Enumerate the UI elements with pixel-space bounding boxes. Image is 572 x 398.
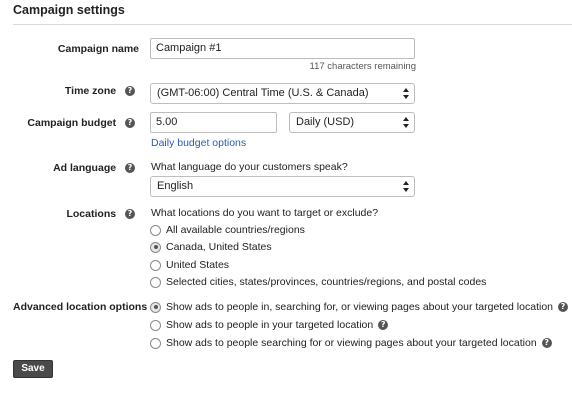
locations-question: What locations do you want to target or … [151, 207, 379, 219]
time-zone-label-group: Time zone ? [65, 85, 135, 97]
location-option-label: All available countries/regions [166, 224, 305, 236]
time-zone-label: Time zone [64, 85, 117, 97]
characters-remaining-text: 117 characters remaining [309, 61, 417, 72]
location-option-us[interactable]: United States [150, 259, 229, 271]
time-zone-select[interactable]: (GMT-06:00) Central Time (U.S. & Canada) [150, 83, 415, 104]
question-mark-circle-icon[interactable]: ? [125, 209, 135, 220]
question-mark-circle-icon[interactable]: ? [378, 320, 389, 330]
campaign-budget-label: Campaign budget [27, 117, 117, 129]
question-mark-circle-icon[interactable]: ? [125, 163, 135, 174]
budget-period-select[interactable]: Daily (USD) [289, 112, 415, 133]
ad-language-label-group: Ad language ? [53, 162, 135, 174]
advanced-location-options-label: Advanced location options [13, 301, 148, 313]
campaign-name-label: Campaign name [57, 43, 139, 55]
select-updown-arrows-icon [403, 117, 409, 128]
campaign-name-input[interactable]: Campaign #1 [150, 38, 415, 59]
question-mark-circle-icon[interactable]: ? [541, 338, 552, 348]
advanced-option-label: Show ads to people in your targeted loca… [166, 319, 374, 331]
advanced-option-label: Show ads to people searching for or view… [166, 337, 537, 349]
daily-budget-options-link[interactable]: Daily budget options [151, 137, 246, 149]
location-option-canada-us[interactable]: Canada, United States [150, 241, 272, 253]
location-option-selected[interactable]: Selected cities, states/provinces, count… [150, 276, 486, 288]
advanced-option-searching-viewing[interactable]: Show ads to people searching for or view… [150, 337, 552, 349]
advanced-radio-in-searching-viewing[interactable] [150, 301, 161, 313]
campaign-budget-label-group: Campaign budget ? [27, 117, 135, 129]
select-updown-arrows-icon [403, 181, 409, 192]
location-radio-selected[interactable] [150, 276, 161, 288]
location-option-label: Canada, United States [166, 241, 272, 253]
locations-label: Locations [66, 208, 117, 220]
location-option-label: United States [166, 259, 230, 271]
locations-label-group: Locations ? [66, 208, 135, 220]
advanced-radio-searching-viewing[interactable] [150, 337, 161, 349]
location-radio-us[interactable] [150, 259, 161, 271]
location-radio-all[interactable] [150, 224, 161, 236]
campaign-budget-input[interactable]: 5.00 [150, 112, 277, 133]
ad-language-select[interactable]: English [150, 176, 415, 197]
advanced-option-in-searching-viewing[interactable]: Show ads to people in, searching for, or… [150, 301, 568, 313]
ad-language-selected-value: English [157, 180, 194, 192]
budget-period-selected-value: Daily (USD) [296, 116, 355, 128]
save-button[interactable]: Save [13, 360, 53, 378]
ad-language-label: Ad language [53, 162, 117, 174]
location-option-all[interactable]: All available countries/regions [150, 224, 305, 236]
location-radio-canada-us[interactable] [150, 241, 161, 253]
advanced-option-label: Show ads to people in, searching for, or… [166, 301, 553, 313]
question-mark-circle-icon[interactable]: ? [558, 302, 568, 312]
advanced-option-in-location[interactable]: Show ads to people in your targeted loca… [150, 319, 389, 331]
question-mark-circle-icon[interactable]: ? [125, 86, 135, 97]
time-zone-selected-value: (GMT-06:00) Central Time (U.S. & Canada) [157, 87, 369, 99]
title-divider [13, 24, 572, 25]
select-updown-arrows-icon [403, 88, 409, 99]
question-mark-circle-icon[interactable]: ? [125, 118, 135, 129]
ad-language-question: What language do your customers speak? [151, 161, 348, 173]
advanced-radio-in-location[interactable] [150, 319, 161, 331]
page-title: Campaign settings [13, 3, 125, 17]
location-option-label: Selected cities, states/provinces, count… [166, 276, 487, 288]
